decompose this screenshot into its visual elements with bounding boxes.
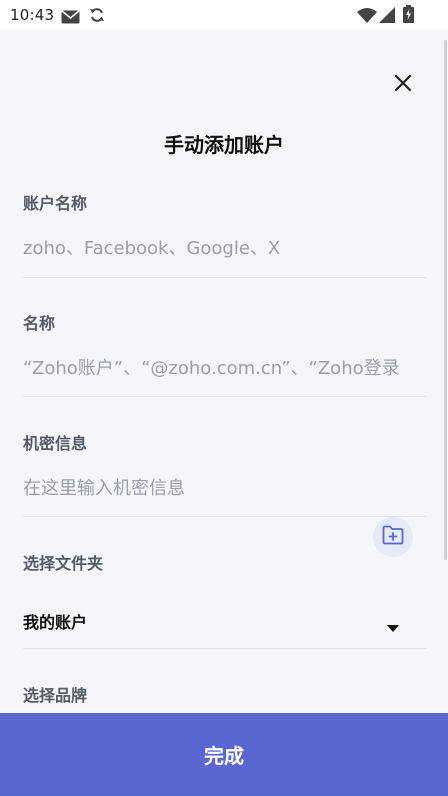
close-button[interactable] <box>388 70 418 100</box>
caret-down-icon[interactable] <box>386 618 400 637</box>
folder-select-value[interactable]: 我的账户 <box>23 609 87 633</box>
name-label: 名称 <box>23 314 56 333</box>
add-folder-icon <box>382 525 404 549</box>
add-folder-button[interactable] <box>373 517 413 557</box>
secret-label: 机密信息 <box>23 434 88 453</box>
status-bar: 10:43 <box>0 0 448 30</box>
folder-label: 选择文件夹 <box>23 554 104 573</box>
scrollbar[interactable] <box>444 40 447 560</box>
divider <box>23 396 426 397</box>
cellular-icon <box>379 7 395 27</box>
account-name-label: 账户名称 <box>23 194 88 213</box>
divider <box>23 648 426 649</box>
sync-icon <box>89 7 105 27</box>
mail-icon <box>61 9 80 28</box>
name-input[interactable]: “Zoho账户”、“@zoho.com.cn”、“Zoho登录 <box>23 354 420 380</box>
divider <box>23 516 426 517</box>
account-name-input[interactable]: zoho、Facebook、Google、X <box>23 234 423 260</box>
secret-input[interactable]: 在这里输入机密信息 <box>23 474 423 500</box>
dialog-title: 手动添加账户 <box>164 133 284 157</box>
divider <box>23 277 426 278</box>
wifi-icon <box>357 7 377 27</box>
done-button[interactable]: 完成 <box>0 713 448 796</box>
close-icon <box>394 74 412 96</box>
add-account-sheet: 手动添加账户 账户名称 zoho、Facebook、Google、X 名称 “Z… <box>0 30 448 796</box>
brand-label: 选择品牌 <box>23 686 88 705</box>
status-time: 10:43 <box>10 6 55 24</box>
battery-icon <box>403 5 414 27</box>
